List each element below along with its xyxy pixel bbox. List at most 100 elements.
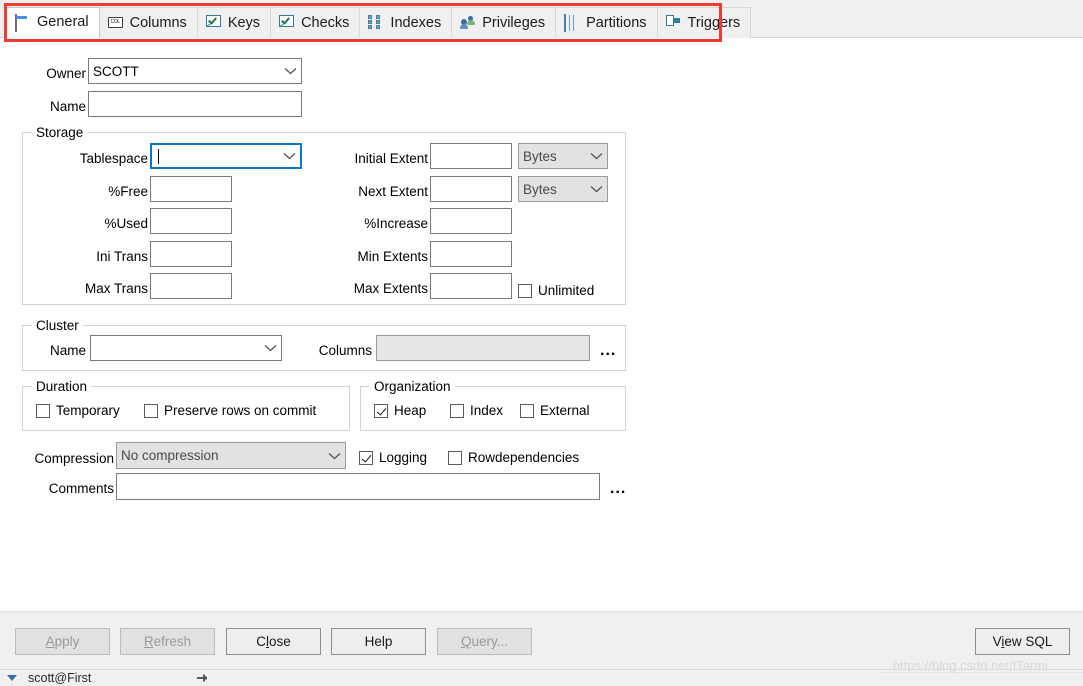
pct-used-label: %Used bbox=[104, 216, 148, 231]
tab-general-label: General bbox=[37, 14, 89, 31]
text-cursor bbox=[158, 149, 159, 164]
tab-keys[interactable]: Keys bbox=[196, 7, 272, 38]
initial-extent-input[interactable] bbox=[430, 143, 512, 169]
close-button-label: Close bbox=[256, 634, 291, 649]
chevron-down-icon bbox=[259, 336, 281, 360]
checkbox-box bbox=[359, 450, 373, 465]
tab-checks-label: Checks bbox=[301, 14, 350, 31]
name-label: Name bbox=[49, 99, 86, 114]
indexes-icon bbox=[368, 15, 384, 31]
organization-group-title: Organization bbox=[370, 379, 455, 394]
check-constraint-icon bbox=[279, 15, 295, 31]
pct-used-input[interactable] bbox=[150, 208, 232, 234]
ini-trans-input[interactable] bbox=[150, 241, 232, 267]
next-extent-label: Next Extent bbox=[358, 184, 428, 199]
checkbox-box bbox=[450, 403, 464, 418]
duration-group-title: Duration bbox=[32, 379, 92, 394]
tablespace-combobox[interactable] bbox=[150, 143, 302, 169]
view-sql-button-label: View SQL bbox=[992, 634, 1053, 649]
apply-button[interactable]: Apply bbox=[15, 628, 110, 655]
logging-checkbox-label: Logging bbox=[379, 450, 428, 465]
logging-checkbox[interactable]: Logging bbox=[359, 450, 427, 465]
tab-triggers[interactable]: Triggers bbox=[656, 7, 752, 38]
general-tab-panel: Owner SCOTT Name Storage Tablespace %Fre… bbox=[0, 38, 1083, 611]
unlimited-checkbox-label: Unlimited bbox=[538, 283, 595, 298]
tab-columns[interactable]: Columns bbox=[98, 7, 198, 38]
compression-combobox-value: No compression bbox=[121, 448, 219, 463]
close-button[interactable]: Close bbox=[226, 628, 321, 655]
initial-extent-unit-value: Bytes bbox=[523, 148, 557, 164]
tab-indexes-label: Indexes bbox=[390, 14, 442, 31]
comments-input[interactable] bbox=[116, 473, 600, 500]
compression-label: Compression bbox=[34, 451, 114, 466]
checkbox-box bbox=[518, 283, 532, 298]
pct-increase-input[interactable] bbox=[430, 208, 512, 234]
help-button-label: Help bbox=[364, 634, 393, 649]
rowdependencies-checkbox[interactable]: Rowdependencies bbox=[448, 450, 579, 465]
cluster-name-combobox[interactable] bbox=[90, 335, 282, 361]
cluster-columns-browse-button[interactable]: ... bbox=[600, 343, 616, 359]
comments-browse-button[interactable]: ... bbox=[610, 481, 626, 497]
tab-checks[interactable]: Checks bbox=[270, 7, 361, 38]
max-extents-label: Max Extents bbox=[353, 281, 428, 296]
next-extent-input[interactable] bbox=[430, 176, 512, 202]
external-checkbox[interactable]: External bbox=[520, 403, 590, 418]
pct-increase-label: %Increase bbox=[364, 216, 428, 231]
unlimited-checkbox[interactable]: Unlimited bbox=[518, 283, 594, 298]
partitions-grid-icon bbox=[564, 14, 580, 32]
view-sql-button[interactable]: View SQL bbox=[975, 628, 1070, 655]
checkbox-box bbox=[374, 403, 388, 418]
owner-combobox[interactable]: SCOTT bbox=[88, 58, 302, 84]
chevron-down-icon[interactable] bbox=[7, 675, 17, 681]
name-input[interactable] bbox=[88, 91, 302, 117]
refresh-button-label: Refresh bbox=[143, 634, 192, 649]
column-icon bbox=[107, 15, 124, 31]
apply-button-label: Apply bbox=[45, 634, 80, 649]
cluster-name-label: Name bbox=[49, 343, 86, 358]
tab-partitions[interactable]: Partitions bbox=[555, 7, 658, 38]
pct-free-input[interactable] bbox=[150, 176, 232, 202]
next-extent-unit-value: Bytes bbox=[523, 181, 557, 197]
refresh-button[interactable]: Refresh bbox=[120, 628, 215, 655]
index-checkbox-label: Index bbox=[470, 403, 504, 418]
connection-label: scott@First bbox=[28, 671, 92, 685]
key-check-icon bbox=[205, 15, 222, 31]
tab-indexes[interactable]: Indexes bbox=[359, 7, 453, 38]
heap-checkbox[interactable]: Heap bbox=[374, 403, 426, 418]
tab-list: General Columns Keys Checks Indexes Priv bbox=[6, 7, 752, 38]
checkbox-box bbox=[448, 450, 462, 465]
next-extent-unit-combobox[interactable]: Bytes bbox=[518, 176, 608, 202]
storage-group-title: Storage bbox=[32, 125, 88, 140]
compression-combobox[interactable]: No compression bbox=[116, 442, 346, 469]
tab-triggers-label: Triggers bbox=[687, 14, 741, 31]
help-button[interactable]: Help bbox=[331, 628, 426, 655]
ini-trans-label: Ini Trans bbox=[96, 249, 148, 264]
dialog-button-bar: Apply Refresh Close Help Query... View S… bbox=[0, 611, 1083, 669]
external-checkbox-label: External bbox=[540, 403, 590, 418]
temporary-checkbox[interactable]: Temporary bbox=[36, 403, 120, 418]
chevron-down-icon bbox=[323, 443, 345, 468]
chevron-down-icon bbox=[278, 145, 300, 167]
max-extents-input[interactable] bbox=[430, 273, 512, 299]
max-trans-input[interactable] bbox=[150, 273, 232, 299]
max-trans-label: Max Trans bbox=[84, 281, 148, 296]
preserve-rows-checkbox[interactable]: Preserve rows on commit bbox=[144, 403, 316, 418]
initial-extent-unit-combobox[interactable]: Bytes bbox=[518, 143, 608, 169]
tab-general[interactable]: General bbox=[6, 7, 100, 38]
pin-icon[interactable] bbox=[195, 671, 209, 685]
query-button[interactable]: Query... bbox=[437, 628, 532, 655]
tab-privileges[interactable]: Privileges bbox=[451, 7, 557, 38]
query-button-label: Query... bbox=[460, 634, 509, 649]
index-checkbox[interactable]: Index bbox=[450, 403, 503, 418]
checkbox-box bbox=[36, 403, 50, 418]
chevron-down-icon bbox=[279, 59, 301, 83]
min-extents-input[interactable] bbox=[430, 241, 512, 267]
pct-free-label: %Free bbox=[108, 184, 148, 199]
cluster-columns-label: Columns bbox=[318, 343, 372, 358]
chevron-down-icon bbox=[585, 177, 607, 201]
tablespace-label: Tablespace bbox=[79, 151, 148, 166]
cluster-columns-input[interactable] bbox=[376, 335, 590, 361]
trigger-icon bbox=[665, 15, 682, 31]
tab-partitions-label: Partitions bbox=[586, 14, 647, 31]
chevron-down-icon bbox=[585, 144, 607, 168]
